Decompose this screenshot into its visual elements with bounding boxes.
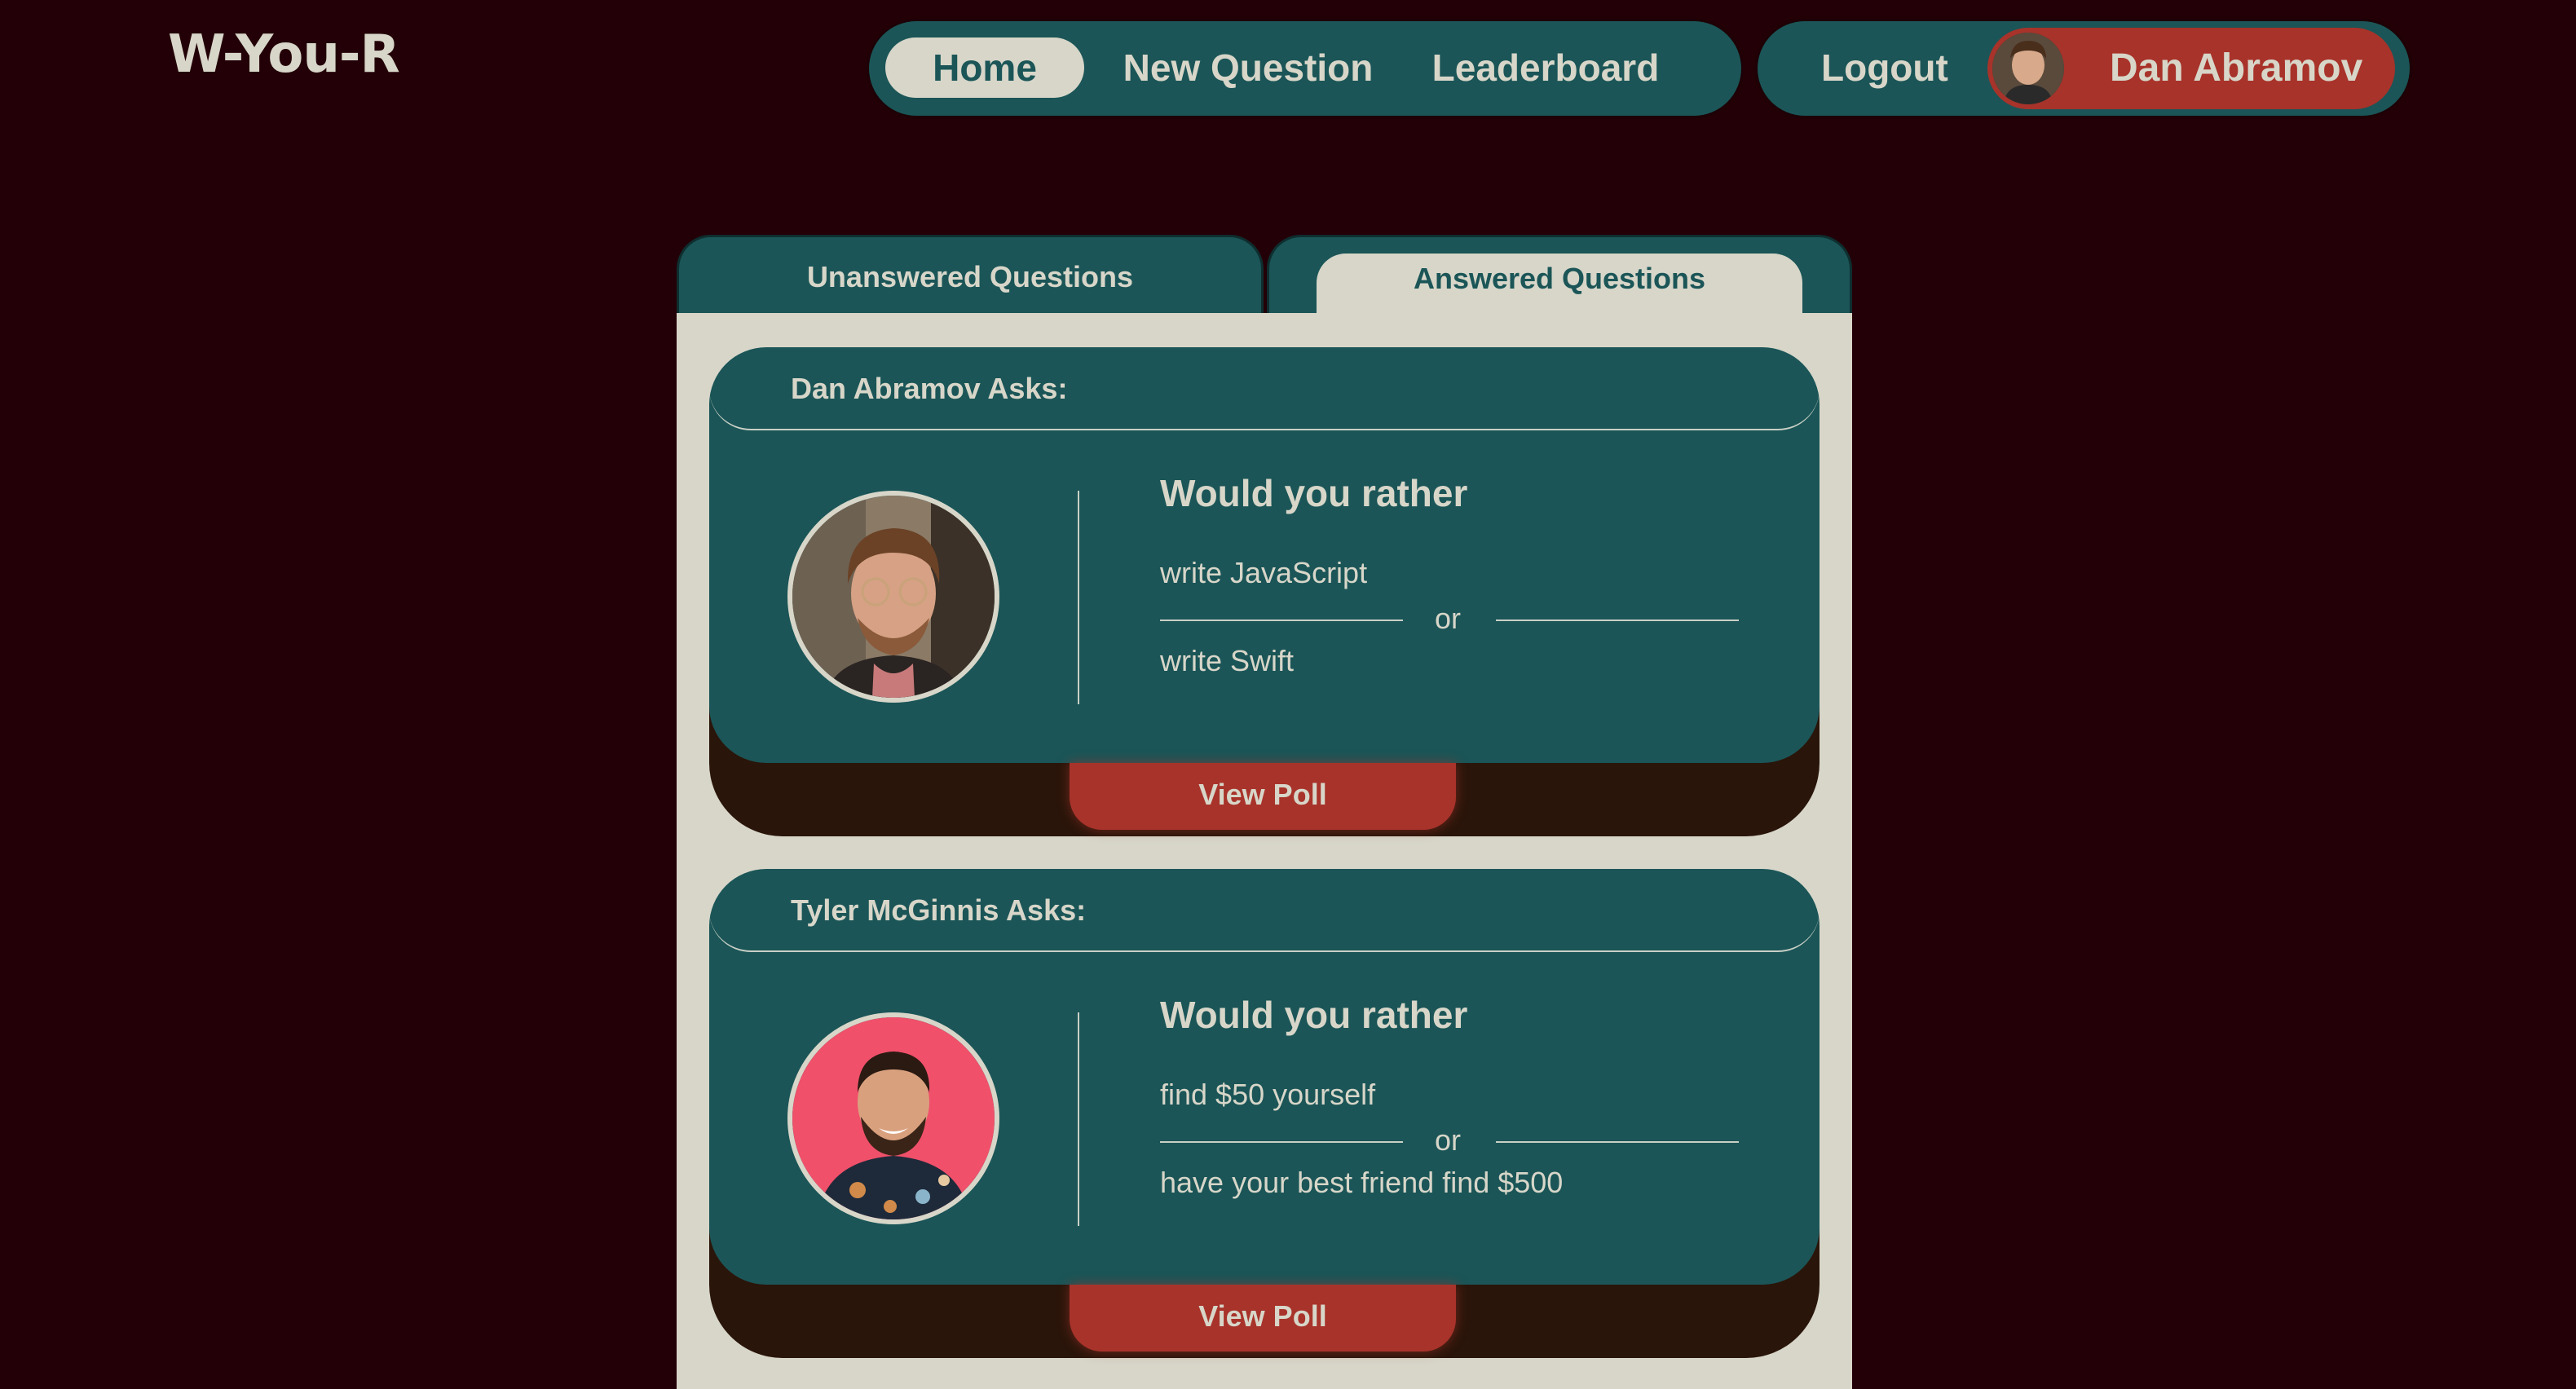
or-separator: or xyxy=(1435,1123,1462,1157)
question-card: Tyler McGinnis Asks: Would you rather fi… xyxy=(709,869,1820,1358)
or-divider-left xyxy=(1160,620,1403,621)
question-card-body: Dan Abramov Asks: Would you rather write… xyxy=(709,347,1820,763)
author-avatar xyxy=(787,1012,999,1224)
option-one: find $50 yourself xyxy=(1160,1078,1376,1111)
option-two: write Swift xyxy=(1160,644,1295,677)
user-nav: Logout Dan Abramov xyxy=(1758,21,2410,116)
question-card-body: Tyler McGinnis Asks: Would you rather fi… xyxy=(709,869,1820,1285)
question-card-header: Dan Abramov Asks: xyxy=(709,347,1820,430)
or-divider-right xyxy=(1496,1141,1739,1143)
question-author: Tyler McGinnis Asks: xyxy=(791,893,1087,927)
or-divider-left xyxy=(1160,1141,1403,1143)
current-user-chip[interactable]: Dan Abramov xyxy=(1987,28,2395,109)
question-author: Dan Abramov Asks: xyxy=(791,372,1068,405)
view-poll-button[interactable]: View Poll xyxy=(1070,763,1456,830)
view-poll-button[interactable]: View Poll xyxy=(1070,1285,1456,1352)
main-nav: Home New Question Leaderboard xyxy=(869,21,1741,116)
user-avatar xyxy=(1992,33,2064,104)
tab-unanswered[interactable]: Unanswered Questions xyxy=(677,235,1264,313)
user-name: Dan Abramov xyxy=(2110,46,2363,90)
author-avatar-image xyxy=(792,496,995,698)
author-avatar xyxy=(787,491,999,703)
question-prompt: Would you rather xyxy=(1160,994,1468,1036)
logout-button[interactable]: Logout xyxy=(1821,37,1948,98)
tab-answered[interactable]: Answered Questions xyxy=(1267,235,1852,313)
user-avatar-image xyxy=(1992,33,2064,104)
option-two: have your best friend find $500 xyxy=(1160,1166,1564,1199)
tab-unanswered-label: Unanswered Questions xyxy=(806,260,1134,293)
nav-home[interactable]: Home xyxy=(885,37,1084,98)
card-divider xyxy=(1078,1012,1079,1226)
or-separator: or xyxy=(1435,602,1462,635)
nav-new-question[interactable]: New Question xyxy=(1114,37,1383,98)
app-logo: W-You-R xyxy=(168,24,400,85)
card-divider xyxy=(1078,491,1079,704)
tab-answered-active-bg: Answered Questions xyxy=(1317,254,1802,313)
author-avatar-image xyxy=(792,1017,995,1219)
option-one: write JavaScript xyxy=(1160,556,1368,589)
question-card: Dan Abramov Asks: Would you rather write… xyxy=(709,347,1820,836)
tab-answered-label: Answered Questions xyxy=(1413,262,1706,295)
questions-panel: Dan Abramov Asks: Would you rather write… xyxy=(677,313,1852,1389)
question-card-header: Tyler McGinnis Asks: xyxy=(709,869,1820,952)
question-prompt: Would you rather xyxy=(1160,472,1468,514)
nav-leaderboard[interactable]: Leaderboard xyxy=(1423,37,1668,98)
or-divider-right xyxy=(1496,620,1739,621)
